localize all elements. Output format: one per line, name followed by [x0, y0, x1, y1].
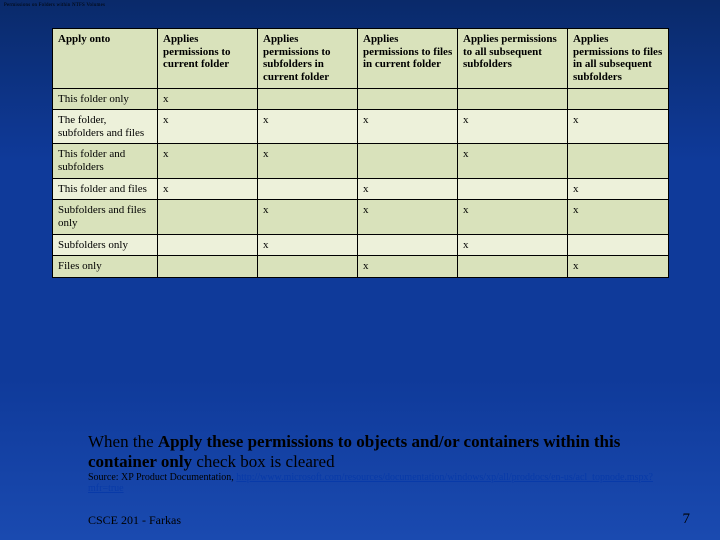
table-row: This folder and subfolders x x x — [53, 144, 669, 178]
col-all-subfolders: Applies permissions to all subsequent su… — [458, 29, 568, 89]
cell: x — [568, 110, 669, 144]
table-row: This folder only x — [53, 88, 669, 110]
cell — [258, 178, 358, 200]
cell: x — [458, 234, 568, 256]
cell: x — [258, 110, 358, 144]
cell — [568, 144, 669, 178]
row-label: This folder and subfolders — [53, 144, 158, 178]
cell — [358, 234, 458, 256]
row-label: This folder and files — [53, 178, 158, 200]
cell — [158, 234, 258, 256]
row-label: Files only — [53, 256, 158, 278]
cell: x — [258, 234, 358, 256]
permissions-table: Apply onto Applies permissions to curren… — [52, 28, 669, 278]
permissions-table-container: Apply onto Applies permissions to curren… — [52, 28, 668, 278]
cell: x — [358, 256, 458, 278]
col-sub-in-current: Applies permissions to subfolders in cur… — [258, 29, 358, 89]
cell: x — [258, 144, 358, 178]
cell: x — [458, 110, 568, 144]
cell — [458, 256, 568, 278]
row-label: The folder, subfolders and files — [53, 110, 158, 144]
row-label: Subfolders and files only — [53, 200, 158, 234]
cell — [258, 88, 358, 110]
source-line: Source: XP Product Documentation, http:/… — [88, 472, 688, 494]
cell: x — [568, 178, 669, 200]
cell: x — [258, 200, 358, 234]
cell: x — [568, 256, 669, 278]
row-label: Subfolders only — [53, 234, 158, 256]
table-row: The folder, subfolders and files x x x x… — [53, 110, 669, 144]
footer-course: CSCE 201 - Farkas — [88, 513, 181, 528]
cell: x — [458, 144, 568, 178]
cell: x — [458, 200, 568, 234]
note-prefix: When the — [88, 432, 158, 451]
slide-title: Permissions on Folders within NTFS Volum… — [4, 3, 105, 8]
col-current-folder: Applies permissions to current folder — [158, 29, 258, 89]
note-bold: Apply these permissions to objects and/o… — [88, 432, 620, 471]
cell — [258, 256, 358, 278]
cell — [358, 88, 458, 110]
cell: x — [158, 178, 258, 200]
note-suffix: check box is cleared — [192, 452, 335, 471]
cell: x — [158, 110, 258, 144]
cell: x — [158, 88, 258, 110]
source-label: Source: XP Product Documentation, — [88, 472, 236, 483]
cell — [458, 178, 568, 200]
col-files-all-sub: Applies permissions to files in all subs… — [568, 29, 669, 89]
cell — [568, 88, 669, 110]
cell: x — [358, 200, 458, 234]
cell — [358, 144, 458, 178]
cell: x — [358, 178, 458, 200]
table-header-row: Apply onto Applies permissions to curren… — [53, 29, 669, 89]
cell — [158, 200, 258, 234]
cell: x — [158, 144, 258, 178]
col-files-current: Applies permissions to files in current … — [358, 29, 458, 89]
col-apply-onto: Apply onto — [53, 29, 158, 89]
cell: x — [568, 200, 669, 234]
table-row: Subfolders only x x — [53, 234, 669, 256]
cell — [458, 88, 568, 110]
table-row: Files only x x — [53, 256, 669, 278]
table-row: This folder and files x x x — [53, 178, 669, 200]
cell: x — [358, 110, 458, 144]
table-row: Subfolders and files only x x x x — [53, 200, 669, 234]
caption-note: When the Apply these permissions to obje… — [88, 432, 688, 471]
row-label: This folder only — [53, 88, 158, 110]
page-number: 7 — [683, 511, 691, 528]
cell — [568, 234, 669, 256]
cell — [158, 256, 258, 278]
